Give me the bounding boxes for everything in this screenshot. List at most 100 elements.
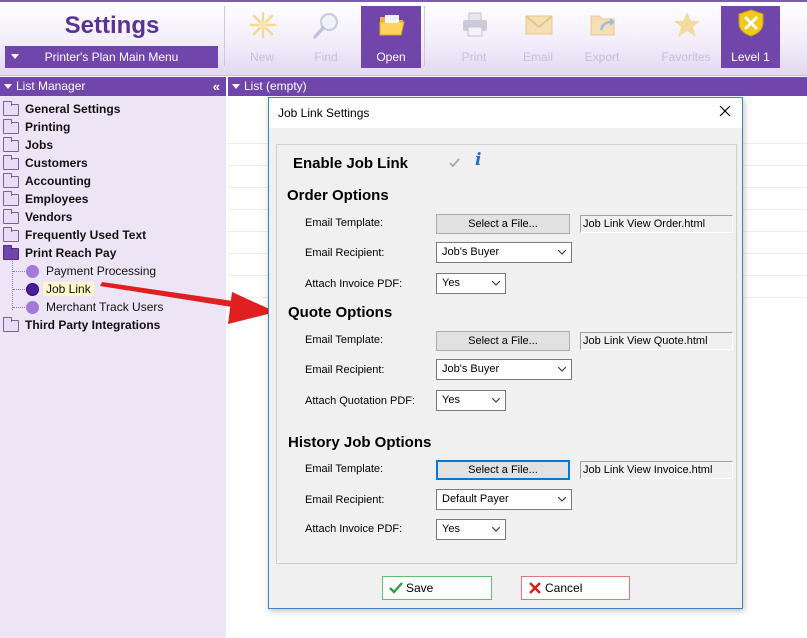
quote-options-title: Quote Options: [288, 304, 393, 321]
cancel-label: Cancel: [545, 581, 583, 595]
order-email-recipient-select[interactable]: Job's Buyer: [436, 242, 572, 263]
main-menu-button[interactable]: Printer's Plan Main Menu: [5, 46, 218, 68]
folder-icon: [3, 119, 19, 134]
cancel-button[interactable]: Cancel: [521, 576, 630, 600]
caret-down-icon: [232, 84, 240, 89]
quote-email-recipient-label: Email Recipient:: [305, 364, 385, 376]
tree-item-label: General Settings: [25, 102, 121, 116]
chevron-down-icon: [558, 497, 566, 502]
print-label: Print: [461, 50, 487, 64]
ribbon-top-border: [0, 0, 807, 2]
ribbon-separator: [224, 6, 225, 66]
quote-email-recipient-select[interactable]: Job's Buyer: [436, 359, 572, 380]
history-attach-invoice-label: Attach Invoice PDF:: [305, 523, 403, 535]
list-manager-tree: General Settings Printing Jobs Customers…: [0, 96, 226, 638]
tree-item-label: Job Link: [43, 282, 94, 296]
quote-attach-quotation-value: Yes: [442, 394, 460, 406]
ribbon: Settings Printer's Plan Main Menu New Fi…: [0, 0, 807, 76]
tree-item-label: Vendors: [25, 210, 73, 224]
info-icon[interactable]: i: [475, 150, 481, 170]
history-attach-invoice-select[interactable]: Yes: [436, 519, 506, 540]
tree-item-jobs[interactable]: Jobs: [0, 136, 226, 154]
folder-icon: [3, 137, 19, 152]
tree-item-label: Customers: [25, 156, 88, 170]
shield-badge-icon: [738, 9, 764, 37]
level-button[interactable]: Level 1: [721, 6, 780, 68]
order-template-path-field[interactable]: Job Link View Order.html: [580, 215, 733, 233]
order-email-recipient-label: Email Recipient:: [305, 247, 385, 259]
folder-icon: [3, 155, 19, 170]
collapse-panel-icon[interactable]: «: [213, 77, 220, 96]
tree-item-vendors[interactable]: Vendors: [0, 208, 226, 226]
list-manager-header[interactable]: List Manager «: [0, 77, 226, 96]
print-button[interactable]: Print: [444, 4, 504, 68]
tree-item-label: Accounting: [25, 174, 91, 188]
history-email-recipient-select[interactable]: Default Payer: [436, 489, 572, 510]
tree-item-accounting[interactable]: Accounting: [0, 172, 226, 190]
folder-icon: [3, 191, 19, 206]
tree-item-label: Employees: [25, 192, 89, 206]
main-menu-label: Printer's Plan Main Menu: [44, 50, 179, 64]
email-button[interactable]: Email: [508, 4, 568, 68]
magnifier-icon: [313, 12, 339, 39]
history-email-recipient-label: Email Recipient:: [305, 494, 385, 506]
dialog-title: Job Link Settings: [278, 106, 370, 120]
enable-job-link-label: Enable Job Link: [293, 155, 409, 172]
history-select-file-button[interactable]: Select a File...: [436, 460, 570, 480]
export-button[interactable]: Export: [572, 4, 632, 68]
bullet-icon: [26, 283, 39, 296]
chevron-down-icon: [492, 527, 500, 532]
folder-icon: [3, 209, 19, 224]
email-label: Email: [522, 50, 553, 64]
order-email-recipient-value: Job's Buyer: [442, 246, 500, 258]
chevron-down-icon: [558, 367, 566, 372]
tree-item-label: Payment Processing: [46, 264, 157, 278]
checkmark-icon: [389, 582, 403, 594]
quote-attach-quotation-label: Attach Quotation PDF:: [305, 395, 416, 407]
history-template-path-field[interactable]: Job Link View Invoice.html: [580, 461, 733, 479]
quote-template-path-field[interactable]: Job Link View Quote.html: [580, 332, 733, 350]
list-header[interactable]: List (empty): [228, 77, 807, 96]
order-select-file-button[interactable]: Select a File...: [436, 214, 570, 234]
caret-down-icon: [4, 84, 12, 89]
tree-item-print-reach-pay[interactable]: Print Reach Pay: [0, 244, 226, 262]
history-email-recipient-value: Default Payer: [442, 493, 509, 505]
tree-item-employees[interactable]: Employees: [0, 190, 226, 208]
folder-open-icon: [3, 245, 19, 260]
ribbon-separator: [424, 6, 425, 66]
favorites-button[interactable]: Favorites: [656, 4, 716, 68]
job-link-settings-dialog: Job Link Settings Enable Job Link i Orde…: [268, 97, 743, 609]
enable-job-link-checkbox[interactable]: [448, 156, 461, 169]
find-label: Find: [314, 50, 338, 64]
chevron-down-icon: [492, 281, 500, 286]
quote-select-file-button[interactable]: Select a File...: [436, 331, 570, 351]
history-job-options-title: History Job Options: [288, 434, 432, 451]
history-attach-invoice-value: Yes: [442, 523, 460, 535]
printer-icon: [463, 12, 487, 37]
quote-attach-quotation-select[interactable]: Yes: [436, 390, 506, 411]
quote-email-template-label: Email Template:: [305, 334, 384, 346]
close-icon[interactable]: [718, 104, 732, 118]
dialog-titlebar[interactable]: Job Link Settings: [269, 98, 742, 128]
tree-item-customers[interactable]: Customers: [0, 154, 226, 172]
tree-item-label: Jobs: [25, 138, 54, 152]
tree-item-general-settings[interactable]: General Settings: [0, 100, 226, 118]
tree-item-frequently-used-text[interactable]: Frequently Used Text: [0, 226, 226, 244]
tree-item-payment-processing[interactable]: Payment Processing: [0, 262, 226, 280]
red-arrow-annotation: [100, 282, 276, 324]
open-button[interactable]: Open: [361, 6, 421, 68]
history-email-template-label: Email Template:: [305, 463, 384, 475]
list-title: List (empty): [244, 79, 307, 93]
new-button[interactable]: New: [232, 4, 292, 68]
tree-item-label: Frequently Used Text: [25, 228, 147, 242]
bullet-icon: [26, 301, 39, 314]
order-attach-invoice-select[interactable]: Yes: [436, 273, 506, 294]
order-attach-invoice-label: Attach Invoice PDF:: [305, 278, 403, 290]
dialog-body: Enable Job Link i Order Options Email Te…: [276, 144, 737, 564]
tree-item-printing[interactable]: Printing: [0, 118, 226, 136]
sparkle-icon: [249, 11, 277, 39]
save-button[interactable]: Save: [382, 576, 492, 600]
find-button[interactable]: Find: [296, 4, 356, 68]
tree-item-label: Printing: [25, 120, 71, 134]
chevron-down-icon: [492, 398, 500, 403]
